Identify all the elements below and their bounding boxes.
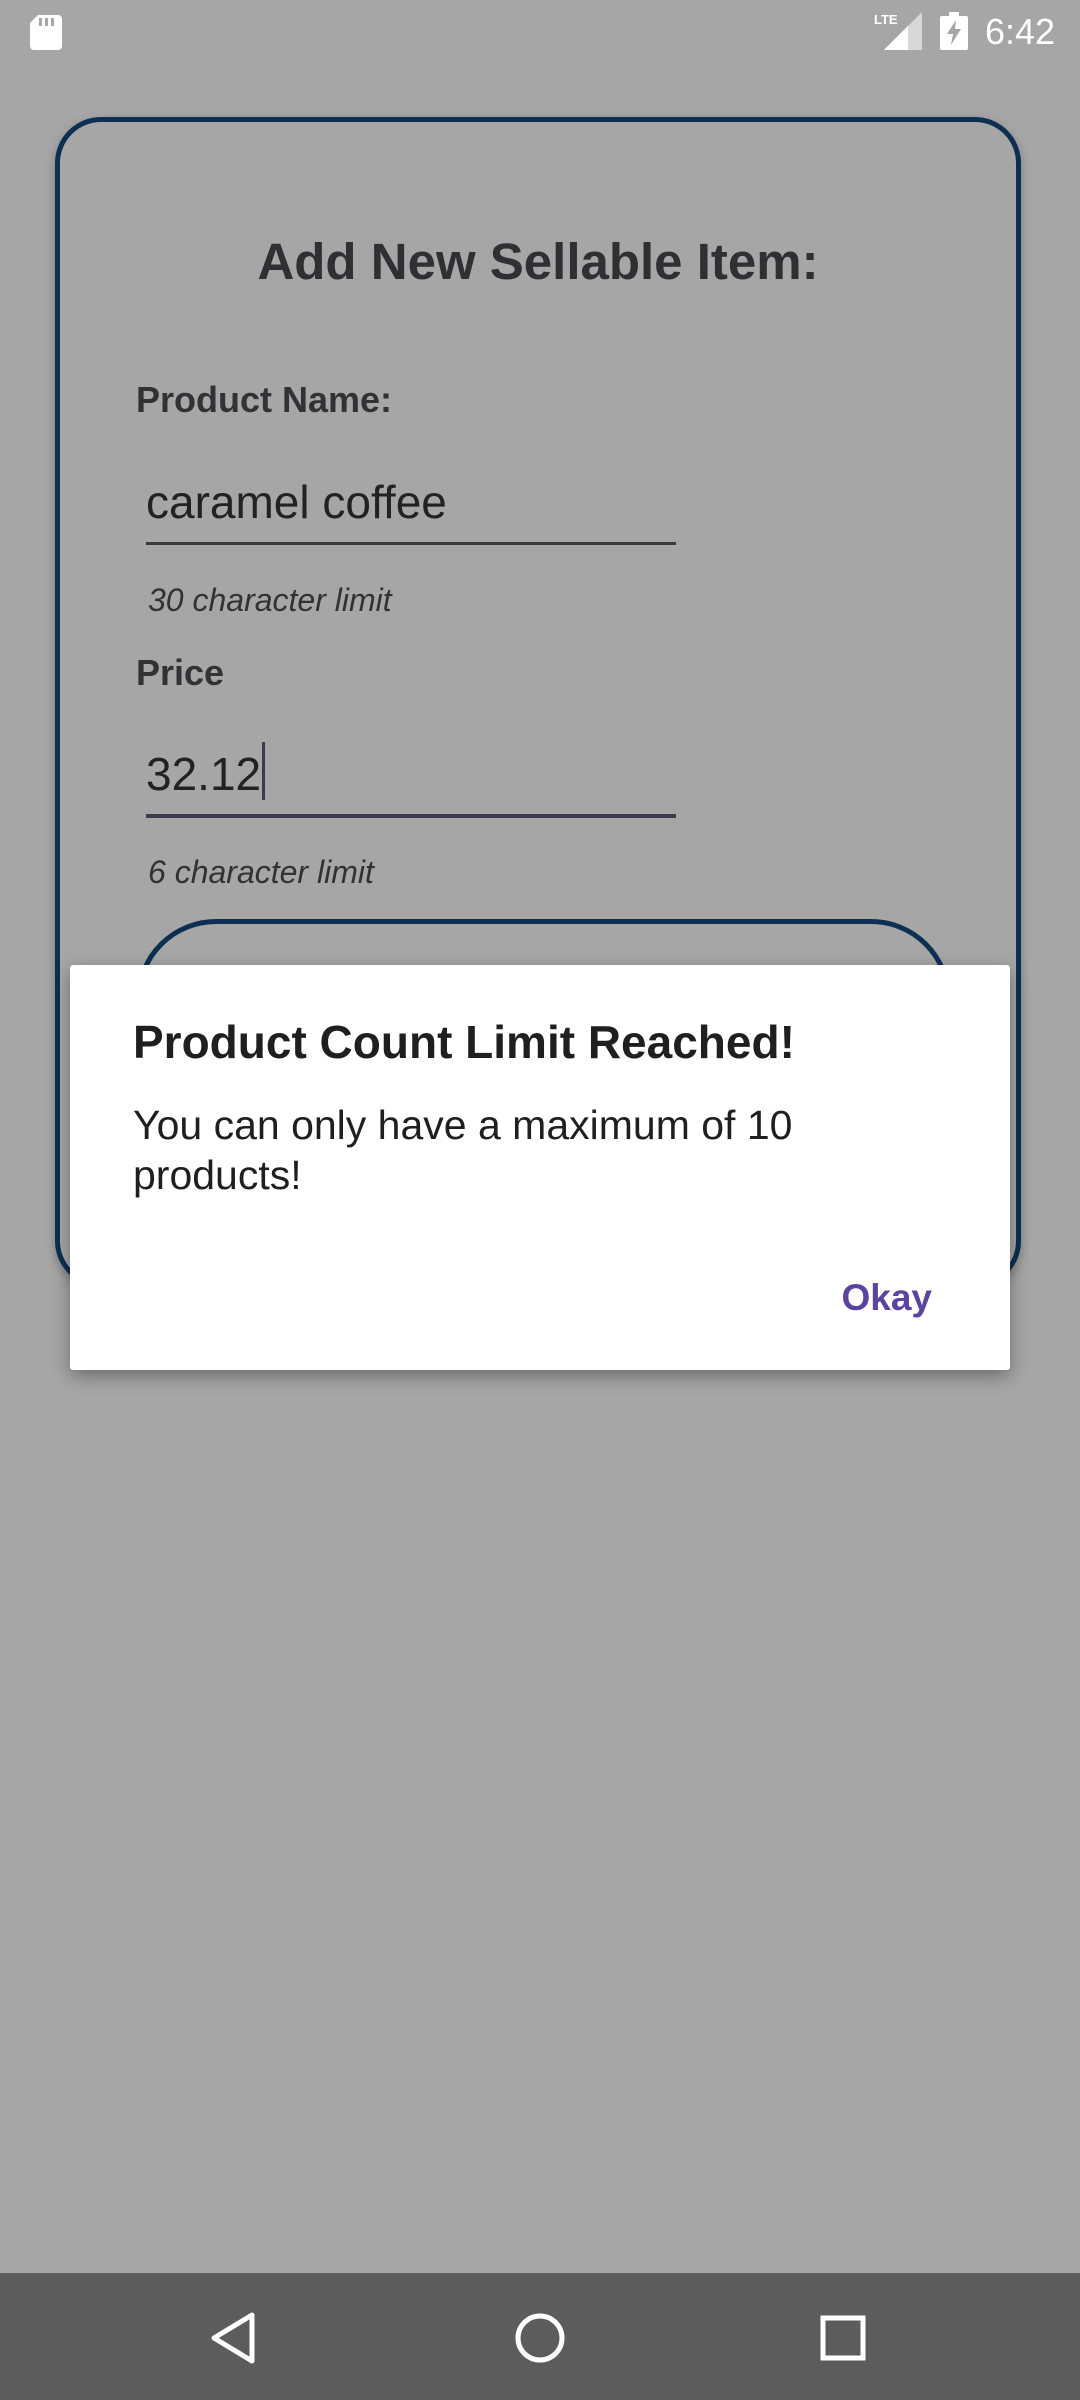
clock: 6:42: [985, 11, 1056, 52]
status-bar: LTE 6:42: [0, 0, 1080, 63]
recents-icon[interactable]: [808, 2303, 878, 2373]
navigation-bar: [0, 2273, 1080, 2400]
okay-button[interactable]: Okay: [835, 1273, 938, 1323]
signal-icon: LTE: [874, 12, 922, 50]
product-name-input[interactable]: caramel coffee: [146, 462, 676, 545]
price-label: Price: [136, 652, 225, 693]
back-icon[interactable]: [200, 2303, 270, 2373]
dialog-message: You can only have a maximum of 10 produc…: [133, 1102, 793, 1198]
text-cursor: [262, 742, 266, 800]
price-hint: 6 character limit: [148, 854, 374, 890]
sd-card-icon: [30, 15, 62, 50]
home-icon[interactable]: [505, 2303, 575, 2373]
product-name-value: caramel coffee: [146, 476, 447, 528]
price-input[interactable]: 32.12: [146, 734, 676, 818]
page-title: Add New Sellable Item:: [257, 233, 819, 290]
dialog-title: Product Count Limit Reached!: [133, 1016, 795, 1068]
battery-charging-icon: [940, 12, 968, 50]
alert-dialog: Product Count Limit Reached! You can onl…: [70, 965, 1010, 1370]
product-name-hint: 30 character limit: [148, 582, 392, 618]
svg-text:LTE: LTE: [874, 12, 898, 27]
price-value: 32.12: [146, 748, 262, 800]
product-name-label: Product Name:: [136, 379, 393, 420]
